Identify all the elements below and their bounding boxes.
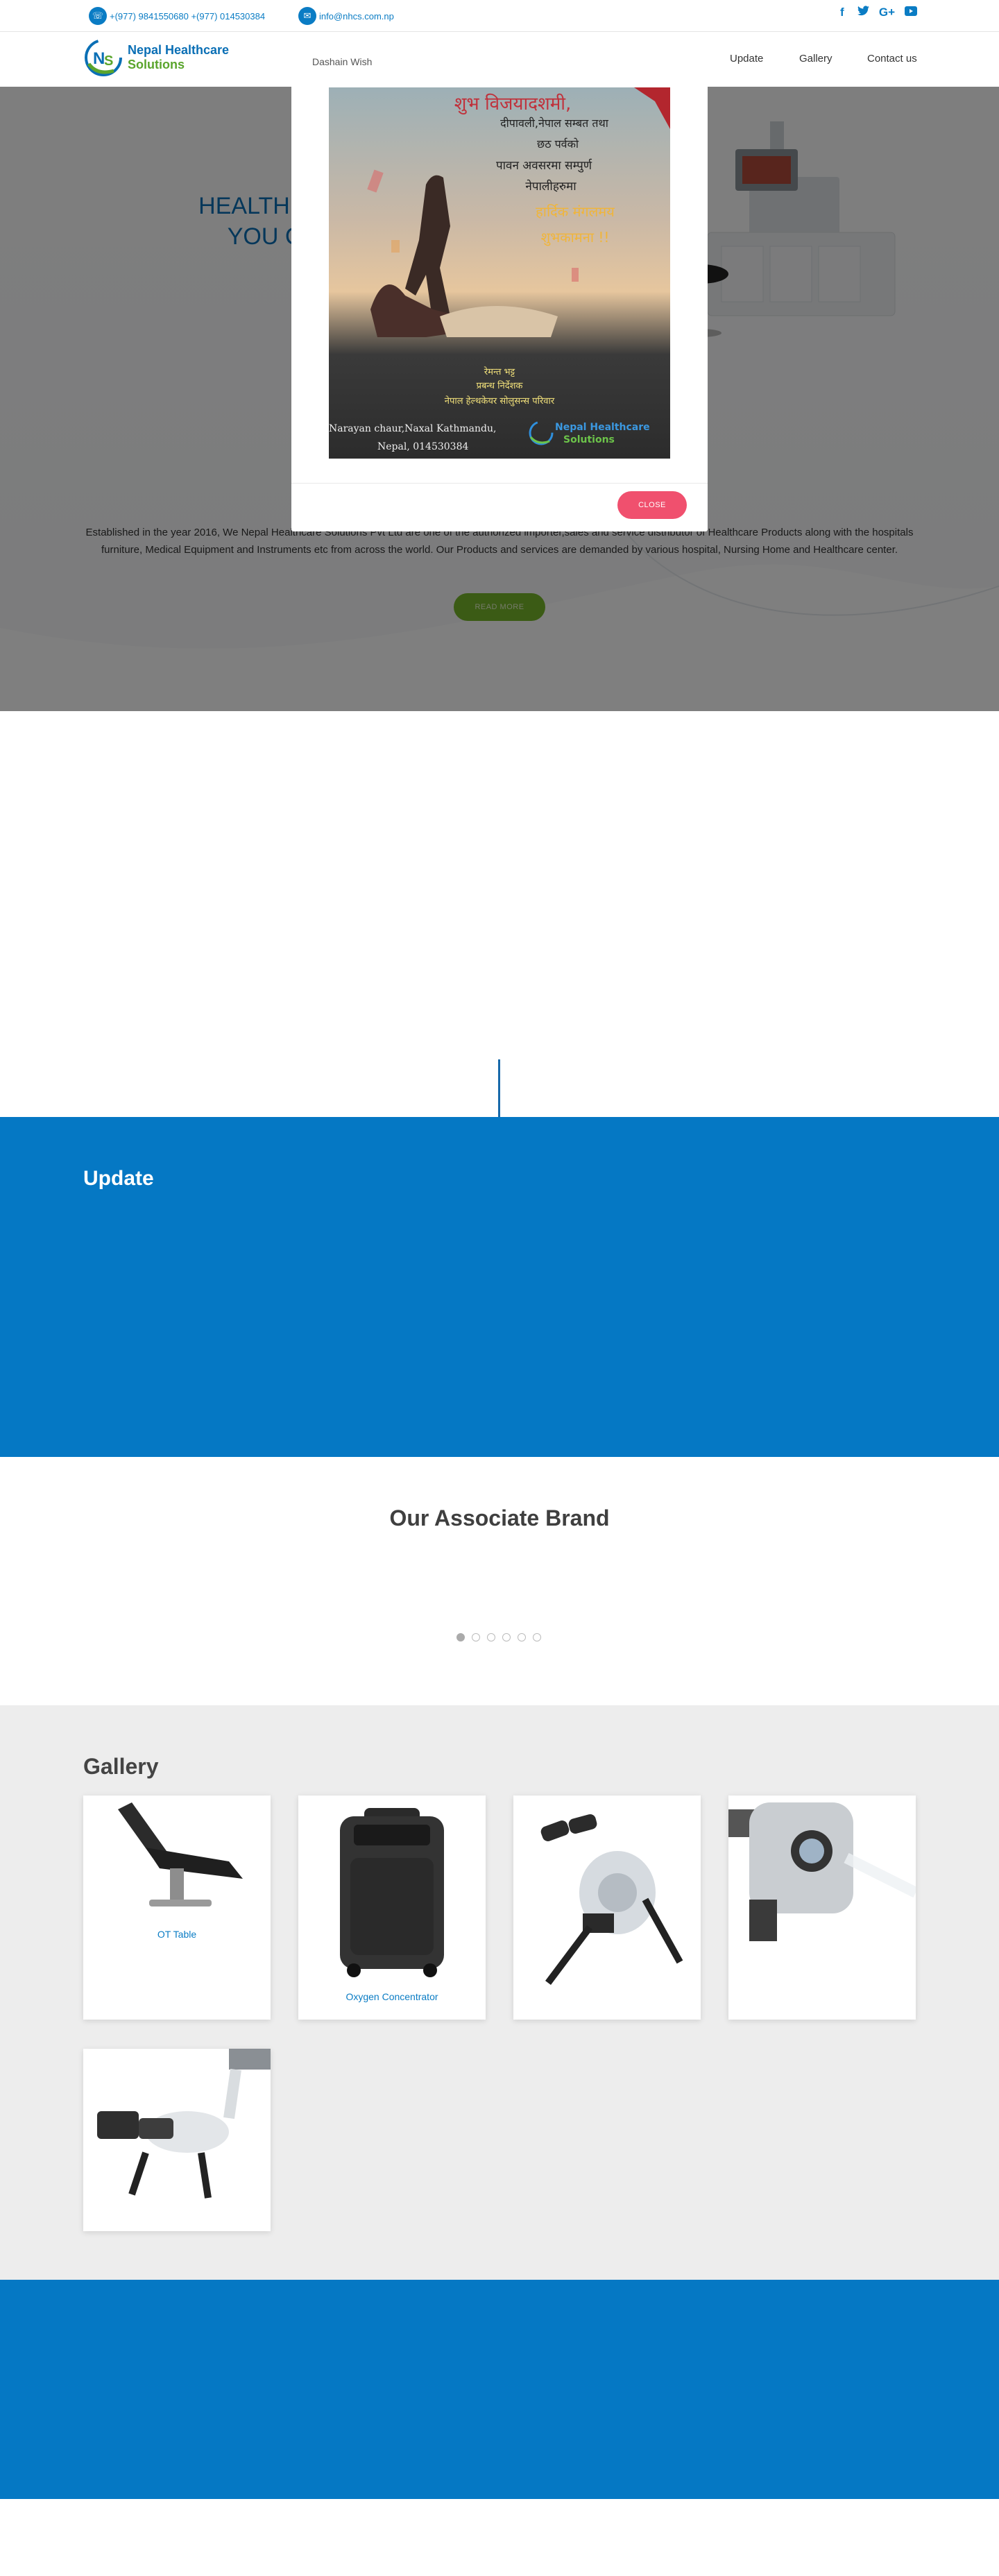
poster-line-6: हार्दिक मंगलमय [536,203,615,220]
oxygen-concentrator-image [340,1808,444,1977]
email-address: info@nhcs.com.np [319,10,394,22]
poster-sign-1: रेमन्त भट्ट [484,367,515,377]
carousel-dot[interactable] [533,1633,541,1641]
poster-sign-2: प्रबन्ध निर्देशक [476,381,523,391]
twitter-icon[interactable] [857,6,869,19]
gallery-title: Gallery [83,1754,159,1779]
phone-number: +(977) 9841550680 +(977) 014530384 [110,10,266,22]
mail-icon: ✉ [298,7,316,25]
top-bar: ☏ +(977) 9841550680 +(977) 014530384 ✉ i… [0,0,999,31]
poster-brand-2: Solutions [563,434,615,445]
poster-address-2: Nepal, 014530384 [377,441,469,452]
microscope-arm-image [97,2049,271,2199]
poster-sign-3: नेपाल हेल्थकेयर सोलुसन्स परिवार [444,396,555,407]
poster-logo-icon [527,419,555,450]
svg-text:S: S [104,53,113,69]
gallery-card-microscope-arm[interactable] [83,2049,271,2231]
gallery-section: Gallery OT Table Oxygen Concentrator [0,1705,999,2280]
carousel-dot[interactable] [472,1633,480,1641]
logo-text: Nepal Healthcare Solutions [128,43,229,72]
gallery-card-ot-table[interactable]: OT Table [83,1795,271,2020]
gallery-card-surgical-microscope[interactable] [728,1795,919,2020]
gallery-card-label: Oxygen Concentrator [345,1991,438,2002]
nav-update[interactable]: Update [730,53,763,65]
surgical-microscope-image [728,1802,919,1941]
microscope-image [540,1814,683,1985]
poster-line-5: नेपालीहरुमा [525,180,577,194]
modal-title: Dashain Wish [312,56,373,67]
phone-icon: ☏ [89,7,107,25]
dashain-poster-image: शुभ विजयादशमी, दीपावली,नेपाल सम्बत तथा छ… [329,87,670,459]
modal-close-button[interactable]: CLOSE [617,491,687,519]
ot-table-image [118,1802,243,1907]
carousel-dot[interactable] [456,1633,465,1641]
carousel-dots [456,1633,541,1641]
social-links: f G+ [837,6,917,19]
youtube-icon[interactable] [905,6,917,19]
update-title: Update [83,1167,154,1190]
site-logo[interactable]: N S Nepal Healthcare Solutions [83,37,229,78]
carousel-dot[interactable] [502,1633,511,1641]
poster-line-3: छठ पर्वको [536,137,579,151]
logo-line-2: Solutions [128,58,185,71]
poster-brand-1: Nepal Healthcare [555,422,650,433]
poster-line-4: पावन अवसरमा सम्पुर्ण [495,159,592,173]
google-plus-icon[interactable]: G+ [879,6,895,19]
timeline-connector [498,1059,500,1117]
facebook-icon[interactable]: f [837,6,848,19]
update-section: Update [0,1117,999,1457]
poster-line-7: शुभकामना !! [540,229,610,246]
logo-mark-icon: N S [83,37,123,78]
carousel-dot[interactable] [487,1633,495,1641]
gallery-card-microscope[interactable] [513,1795,701,2020]
poster-line-1: शुभ विजयादशमी, [454,94,572,114]
phone-contact[interactable]: ☏ +(977) 9841550680 +(977) 014530384 [89,7,265,25]
email-contact[interactable]: ✉ info@nhcs.com.np [298,7,394,25]
gallery-card-label: OT Table [157,1929,197,1940]
associate-brand-title: Our Associate Brand [389,1505,610,1530]
poster-address-1: Narayan chaur,Naxal Kathmandu, [329,423,497,434]
gallery-card-oxygen-concentrator[interactable]: Oxygen Concentrator [298,1795,486,2020]
svg-text:N: N [93,49,105,68]
poster-line-2: दीपावली,नेपाल सम्बत तथा [500,117,608,130]
nav-contact-us[interactable]: Contact us [867,53,917,65]
logo-line-1: Nepal Healthcare [128,43,230,57]
nav-gallery[interactable]: Gallery [799,53,832,65]
carousel-dot[interactable] [518,1633,526,1641]
modal-footer-divider [291,483,708,484]
footer-band [0,2280,999,2499]
dashain-wish-modal: Dashain Wish शुभ विजयादशमी, दीपावली,नेपा… [291,33,708,531]
